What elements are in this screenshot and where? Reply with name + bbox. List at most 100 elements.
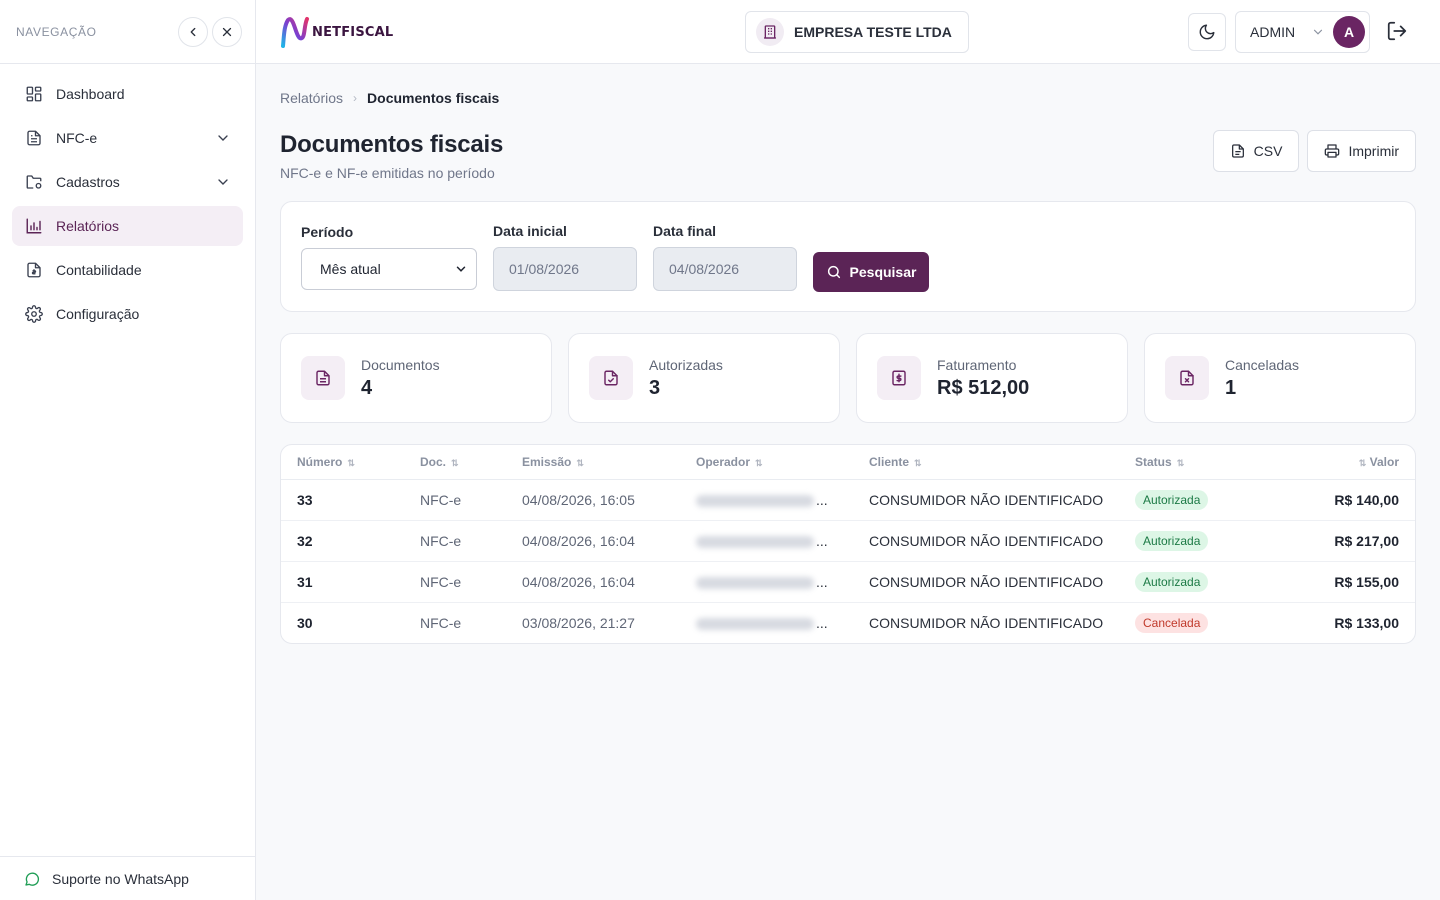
theme-toggle-button[interactable] xyxy=(1188,13,1226,51)
sidebar-item-label: Configuração xyxy=(56,306,140,322)
sidebar: NAVEGAÇÃO Dashboard NFC-e Cadastros Rela… xyxy=(0,0,256,900)
whatsapp-support-label: Suporte no WhatsApp xyxy=(52,870,189,887)
cell-emissao: 04/08/2026, 16:04 xyxy=(506,520,680,562)
user-menu-button[interactable]: ADMIN A xyxy=(1235,11,1370,53)
period-group: Período Mês atual xyxy=(301,224,477,290)
cell-cliente: CONSUMIDOR NÃO IDENTIFICADO xyxy=(853,479,1119,521)
redacted-text xyxy=(696,494,814,507)
export-csv-button[interactable]: CSV xyxy=(1212,130,1300,172)
cell-valor: R$ 133,00 xyxy=(1334,614,1399,631)
sidebar-item-contabilidade[interactable]: Contabilidade xyxy=(12,250,243,290)
chevron-down-icon xyxy=(456,266,466,272)
bar-chart-icon xyxy=(24,216,44,236)
period-select[interactable]: Mês atual xyxy=(301,248,477,290)
breadcrumb-parent[interactable]: Relatórios xyxy=(280,90,343,106)
chevron-down-icon xyxy=(218,135,228,141)
avatar: A xyxy=(1333,16,1365,48)
redacted-text xyxy=(696,576,814,589)
cell-operador: ... xyxy=(680,602,853,643)
cell-operador: ... xyxy=(680,479,853,521)
logout-button[interactable] xyxy=(1386,20,1408,42)
table-row[interactable]: 32 NFC-e 04/08/2026, 16:04 ... CONSUMIDO… xyxy=(281,520,1415,562)
cell-cliente: CONSUMIDOR NÃO IDENTIFICADO xyxy=(869,614,1104,631)
search-icon xyxy=(826,264,842,280)
table-row[interactable]: 31 NFC-e 04/08/2026, 16:04 ... CONSUMIDO… xyxy=(281,561,1415,603)
chevron-right-icon: › xyxy=(353,91,358,105)
cell-operador: ... xyxy=(680,520,853,562)
stat-value: 1 xyxy=(1225,376,1237,399)
sidebar-item-nfce[interactable]: NFC-e xyxy=(12,118,243,158)
netfiscal-logo-icon xyxy=(281,17,309,48)
documents-table-card: Número ⇅ Doc. ⇅ Emissão ⇅ Operador ⇅ Cliente… xyxy=(280,444,1416,644)
column-header-status[interactable]: Status ⇅ xyxy=(1119,445,1259,480)
sidebar-item-relatorios[interactable]: Relatórios xyxy=(12,206,243,246)
stat-label: Faturamento xyxy=(937,356,1017,373)
column-label: Emissão xyxy=(522,454,572,469)
cell-emissao: 04/08/2026, 16:04 xyxy=(506,561,680,603)
cell-valor: R$ 140,00 xyxy=(1259,479,1415,521)
start-date-group: Data inicial 01/08/2026 xyxy=(493,223,637,291)
column-label: Status xyxy=(1135,454,1172,469)
gear-icon xyxy=(24,304,44,324)
logo-text: NETFISCAL xyxy=(312,24,394,40)
cell-cliente: CONSUMIDOR NÃO IDENTIFICADO xyxy=(853,520,1119,562)
column-header-operador[interactable]: Operador ⇅ xyxy=(680,445,853,480)
file-check-icon xyxy=(589,356,633,400)
company-selector[interactable]: EMPRESA TESTE LTDA xyxy=(745,11,969,53)
search-label: Pesquisar xyxy=(849,264,917,280)
status-badge: Autorizada xyxy=(1135,489,1209,510)
search-button[interactable]: Pesquisar xyxy=(813,252,929,292)
collapse-sidebar-button[interactable] xyxy=(178,16,208,47)
print-label: Imprimir xyxy=(1348,143,1399,159)
file-csv-icon xyxy=(1230,143,1246,159)
file-invoice-icon xyxy=(24,260,44,280)
column-header-valor[interactable]: ⇅ Valor xyxy=(1259,445,1415,480)
column-label: Cliente xyxy=(869,454,910,469)
print-button[interactable]: Imprimir xyxy=(1307,130,1416,172)
start-date-input[interactable]: 01/08/2026 xyxy=(493,247,637,291)
cell-doc: NFC-e xyxy=(404,520,506,562)
cell-doc: NFC-e xyxy=(404,561,506,603)
cell-valor: R$ 155,00 xyxy=(1259,561,1415,603)
sort-icon: ⇅ xyxy=(914,457,922,468)
sort-icon: ⇅ xyxy=(576,457,584,468)
column-header-numero[interactable]: Número ⇅ xyxy=(281,445,404,480)
close-sidebar-button[interactable] xyxy=(212,16,242,47)
sort-icon: ⇅ xyxy=(347,457,355,468)
cell-status: Autorizada xyxy=(1119,561,1259,603)
end-date-input[interactable]: 04/08/2026 xyxy=(653,247,797,291)
column-header-doc[interactable]: Doc. ⇅ xyxy=(404,445,506,480)
chevron-left-icon xyxy=(190,27,196,36)
period-label: Período xyxy=(301,224,354,240)
sort-icon: ⇅ xyxy=(1176,457,1185,468)
operador-ellipsis: ... xyxy=(816,573,828,590)
cell-numero: 31 xyxy=(281,561,404,603)
sidebar-item-cadastros[interactable]: Cadastros xyxy=(12,162,243,202)
chevron-down-icon xyxy=(218,179,228,185)
cell-status: Autorizada xyxy=(1119,479,1259,521)
printer-icon xyxy=(1324,143,1340,159)
cell-numero: 30 xyxy=(297,614,313,631)
whatsapp-support-link[interactable]: Suporte no WhatsApp xyxy=(0,856,255,900)
document-icon xyxy=(24,128,44,148)
logout-icon xyxy=(1387,21,1407,41)
stat-label: Documentos xyxy=(361,356,440,373)
period-value: Mês atual xyxy=(320,261,381,277)
table-row[interactable]: 33 NFC-e 04/08/2026, 16:05 ... CONSUMIDO… xyxy=(281,479,1415,521)
column-header-emissao[interactable]: Emissão ⇅ xyxy=(506,445,680,480)
cell-numero: 33 xyxy=(281,479,404,521)
redacted-text xyxy=(696,535,814,548)
filter-card: Período Mês atual Data inicial 01/08/202… xyxy=(280,201,1416,312)
column-header-cliente[interactable]: Cliente ⇅ xyxy=(853,445,1119,480)
sidebar-item-dashboard[interactable]: Dashboard xyxy=(12,74,243,114)
sidebar-item-label: Cadastros xyxy=(56,174,120,190)
sidebar-item-configuracao[interactable]: Configuração xyxy=(12,294,243,334)
logo[interactable]: NETFISCAL xyxy=(280,16,393,48)
page-header: Documentos fiscais NFC-e e NF-e emitidas… xyxy=(280,130,1416,186)
table-header-row: Número ⇅ Doc. ⇅ Emissão ⇅ Operador ⇅ Cliente… xyxy=(281,445,1415,480)
main-content: Relatórios › Documentos fiscais Document… xyxy=(280,64,1416,644)
table-row[interactable]: 30 NFC-e 03/08/2026, 21:27 ... CONSUMIDO… xyxy=(281,602,1415,643)
stat-card-canceladas: Canceladas 1 xyxy=(1144,333,1416,423)
sidebar-item-label: Contabilidade xyxy=(56,262,142,278)
company-name: EMPRESA TESTE LTDA xyxy=(794,24,952,40)
